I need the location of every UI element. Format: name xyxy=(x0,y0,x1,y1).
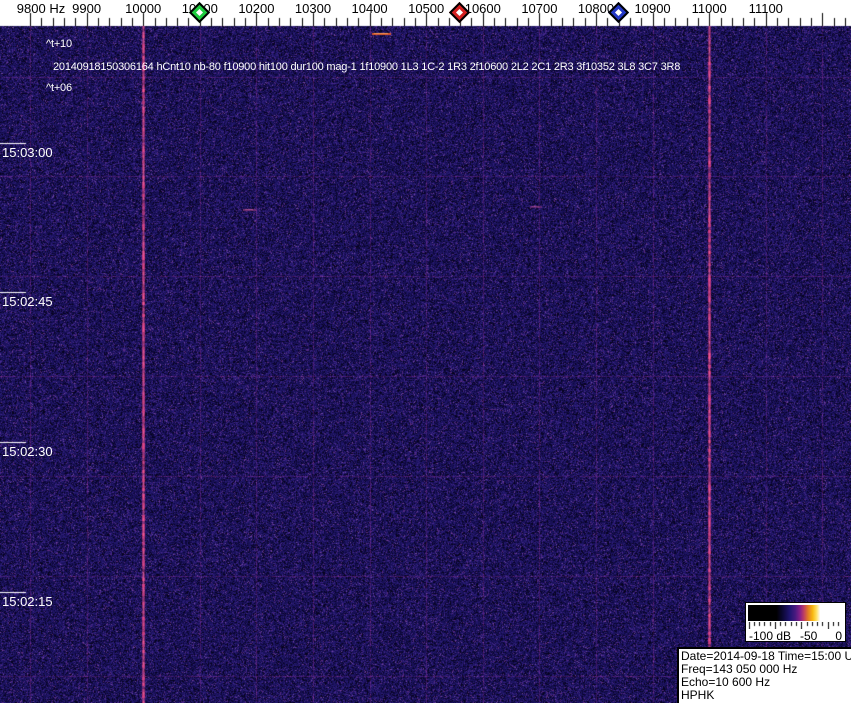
freq-tick-label: 11000 xyxy=(691,1,727,16)
db-ruler-labels: -100 dB -50 0 xyxy=(746,629,845,643)
spectrogram-canvas[interactable] xyxy=(0,0,851,703)
time-offset-annotation-t06: ^t+06 xyxy=(46,82,72,94)
time-tick-label: 15:02:30 xyxy=(2,444,53,459)
freq-tick-label: 9800 Hz xyxy=(16,1,66,16)
hit-log-annotation: 20140918150306164 hCnt10 nb-80 f10900 hi… xyxy=(53,61,681,73)
marker-core xyxy=(195,8,203,17)
color-scale-legend: -100 dB -50 0 xyxy=(745,602,846,643)
freq-tick-label: 10900 xyxy=(634,1,671,16)
time-tick-label: 15:02:45 xyxy=(2,294,53,309)
marker-core xyxy=(456,8,464,17)
db-ruler-ticks xyxy=(748,622,843,629)
time-offset-annotation-t10: ^t+10 xyxy=(46,38,72,50)
freq-tick-label: 10600 xyxy=(464,1,501,16)
freq-tick-label: 9900 xyxy=(72,1,102,16)
marker-core xyxy=(614,8,622,17)
db-label-max: 0 xyxy=(835,629,842,643)
freq-tick-label: 11100 xyxy=(748,1,783,16)
freq-tick-label: 10300 xyxy=(294,1,332,16)
spectrogram-app: 9800 Hz990010000101001020010300104001050… xyxy=(0,0,851,703)
freq-tick-label: 10400 xyxy=(351,1,388,16)
freq-tick-label: 10700 xyxy=(521,1,558,16)
status-info-box: Date=2014-09-18 Time=15:00 UTC Freq=143 … xyxy=(677,647,851,703)
station-code: HPHK xyxy=(681,688,715,702)
freq-tick-label: 10200 xyxy=(238,1,275,16)
time-tick-label: 15:03:00 xyxy=(2,145,53,160)
freq-tick-label: 10000 xyxy=(125,1,162,16)
freq-tick-label: 10500 xyxy=(408,1,445,16)
time-tick-label: 15:02:15 xyxy=(2,594,53,609)
db-label-min: -100 dB xyxy=(749,629,792,643)
db-gradient-bar xyxy=(748,605,843,621)
db-label-mid: -50 xyxy=(800,629,818,643)
